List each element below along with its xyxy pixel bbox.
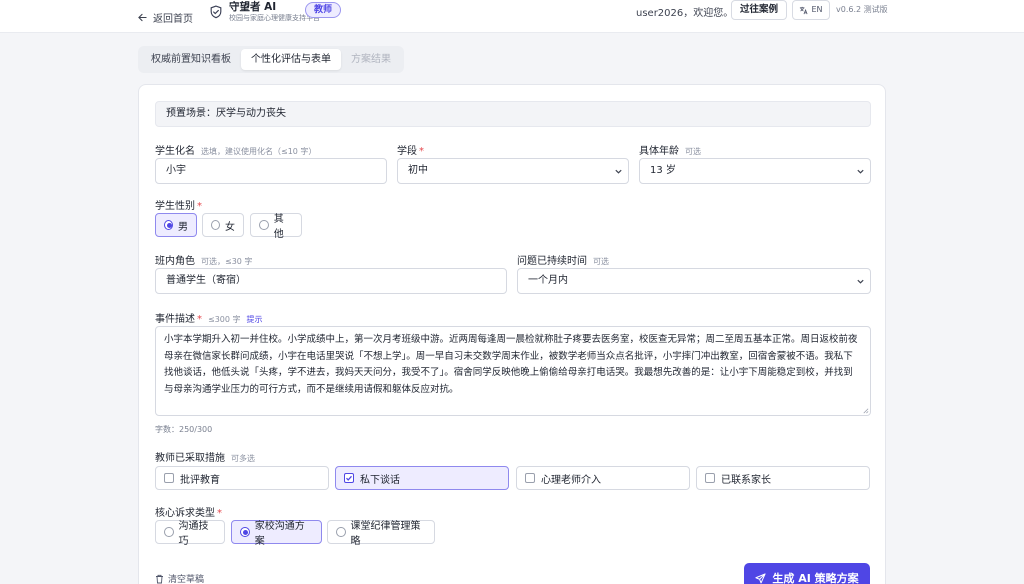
event-description-text: 小宇本学期升入初一并住校。小学成绩中上，第一次月考班级中游。近两周每逢周一晨检就… (164, 334, 858, 395)
shield-check-icon (210, 5, 222, 19)
measures-label: 教师已采取措施 可多选 (155, 453, 255, 464)
event-tips-link[interactable]: 提示 (247, 315, 263, 324)
back-home-link[interactable]: 返回首页 (138, 10, 193, 25)
gender-option-female[interactable]: 女 (202, 213, 244, 237)
checkbox-icon (705, 473, 715, 483)
trash-icon (156, 574, 163, 583)
language-label: EN (811, 5, 823, 14)
appeal-option-communication[interactable]: 沟通技巧 (155, 520, 225, 547)
generate-plan-button[interactable]: 生成 AI 策略方案 (744, 563, 870, 584)
gender-option-other[interactable]: 其他 (250, 213, 302, 240)
grade-label: 学段 * (397, 146, 424, 157)
tab-plan-result: 方案结果 (351, 54, 391, 65)
top-bar: 返回首页 守望者 AI 校园与家庭心理健康支持平台 教师 user2026，欢迎… (0, 0, 1024, 33)
brand: 守望者 AI 校园与家庭心理健康支持平台 (209, 1, 320, 23)
radio-dot-icon (211, 220, 220, 230)
chevron-down-icon (615, 169, 622, 174)
tab-knowledge-board[interactable]: 权威前置知识看板 (141, 49, 241, 70)
back-home-label: 返回首页 (153, 14, 193, 25)
role-badge: 教师 (305, 2, 342, 18)
clear-draft-button[interactable]: 清空草稿 (155, 572, 204, 584)
char-counter: 字数：250/300 (155, 425, 213, 434)
gender-option-male[interactable]: 男 (155, 213, 197, 237)
class-role-input[interactable]: 普通学生（寄宿） (155, 268, 507, 294)
measure-option-criticism[interactable]: 批评教育 (155, 466, 329, 490)
arrow-left-icon (138, 13, 147, 22)
student-name-label: 学生化名 选填，建议使用化名（≤10 字） (155, 146, 317, 157)
tab-assessment-form[interactable]: 个性化评估与表单 (241, 49, 341, 70)
event-label: 事件描述 * ≤300 字提示 (155, 314, 263, 325)
radio-dot-icon (164, 220, 173, 230)
language-toggle-button[interactable]: EN (792, 0, 830, 20)
past-cases-button[interactable]: 过往案例 (731, 0, 788, 20)
greeting-text: user2026，欢迎您。 (636, 8, 734, 19)
measure-option-contact-parents[interactable]: 已联系家长 (696, 466, 870, 490)
step-tabs: 权威前置知识看板 个性化评估与表单 方案结果 (138, 46, 404, 73)
send-icon (755, 572, 766, 583)
checkbox-checked-icon (344, 473, 354, 483)
preset-scenario-banner: 预置场景：厌学与动力丧失 (155, 101, 871, 127)
gender-label: 学生性别 * (155, 201, 202, 212)
measure-option-counselor[interactable]: 心理老师介入 (516, 466, 690, 490)
version-label: v0.6.2 测试版 (836, 5, 888, 14)
form-card: 预置场景：厌学与动力丧失 学生化名 选填，建议使用化名（≤10 字） 小宇 学段 *… (138, 84, 886, 584)
radio-dot-icon (259, 220, 269, 230)
class-role-label: 班内角色 可选，≤30 字 (155, 256, 253, 267)
duration-label: 问题已持续时间 可选 (517, 256, 609, 267)
student-name-input[interactable]: 小宇 (155, 158, 387, 184)
resize-handle-icon[interactable] (862, 407, 869, 414)
checkbox-icon (164, 473, 174, 483)
radio-dot-icon (336, 527, 346, 537)
measure-option-private-talk[interactable]: 私下谈话 (335, 466, 509, 490)
age-label: 具体年龄 可选 (639, 146, 701, 157)
grade-select[interactable]: 初中 (397, 158, 629, 184)
appeal-option-home-school[interactable]: 家校沟通方案 (231, 520, 322, 547)
chevron-down-icon (857, 279, 864, 284)
translate-icon (800, 6, 808, 14)
appeal-option-classroom[interactable]: 课堂纪律管理策略 (327, 520, 435, 547)
checkbox-icon (525, 473, 535, 483)
chevron-down-icon (857, 169, 864, 174)
radio-dot-icon (164, 527, 174, 537)
age-select[interactable]: 13 岁 (639, 158, 871, 184)
event-description-textarea[interactable]: 小宇本学期升入初一并住校。小学成绩中上，第一次月考班级中游。近两周每逢周一晨检就… (155, 326, 871, 416)
radio-dot-icon (240, 527, 250, 537)
duration-select[interactable]: 一个月内 (517, 268, 871, 294)
